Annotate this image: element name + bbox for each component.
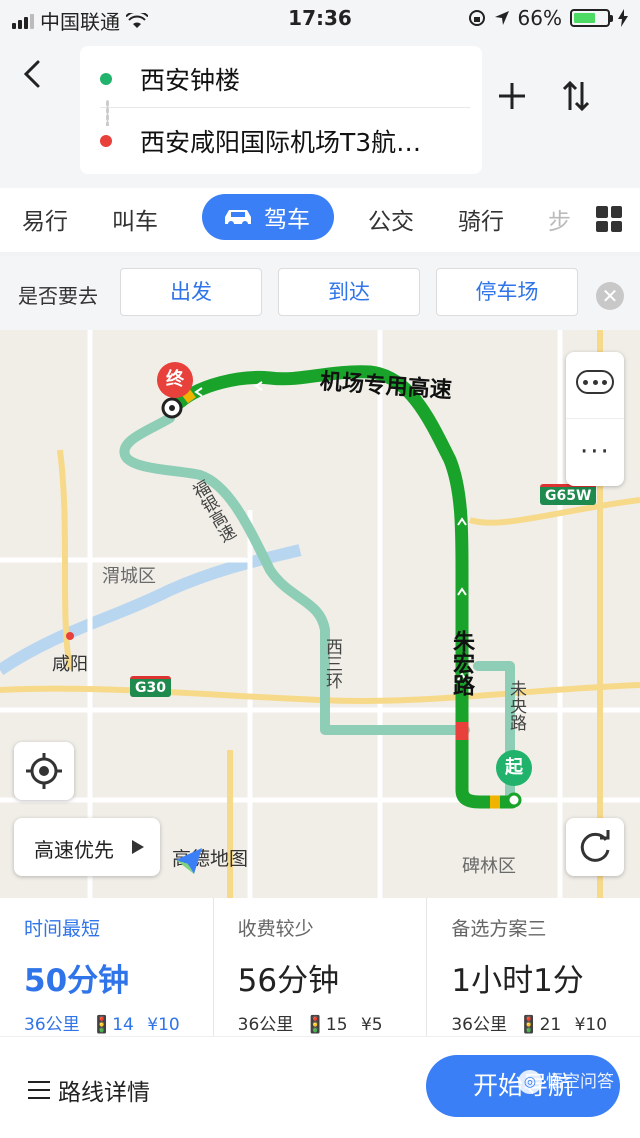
toll-fee: ¥10 bbox=[147, 1015, 180, 1035]
add-waypoint-button[interactable] bbox=[492, 80, 532, 120]
distance-text: 36公里 bbox=[451, 1015, 507, 1035]
rotation-lock-icon bbox=[468, 10, 485, 26]
route-option-info: 36公里 🚦15 ¥5 bbox=[238, 1010, 427, 1035]
battery-percent: 66% bbox=[517, 6, 562, 30]
traffic-light-count: 14 bbox=[112, 1015, 134, 1035]
tab-taxi[interactable]: 叫车 bbox=[112, 202, 158, 236]
charging-icon bbox=[618, 9, 628, 27]
triangle-right-icon bbox=[132, 840, 144, 854]
route-option-2[interactable]: 收费较少 56分钟 36公里 🚦15 ¥5 bbox=[214, 898, 428, 1036]
refresh-route-button[interactable] bbox=[566, 818, 624, 876]
highway-preference-button[interactable]: 高速优先 bbox=[14, 818, 160, 876]
origin-field[interactable]: 西安钟楼 bbox=[100, 50, 470, 108]
highway-shield-g65w: G65W bbox=[540, 484, 597, 505]
swap-route-button[interactable] bbox=[556, 80, 596, 120]
distance-text: 36公里 bbox=[24, 1015, 80, 1035]
route-option-title: 备选方案三 bbox=[451, 918, 547, 940]
route-option-1[interactable]: 时间最短 50分钟 36公里 🚦14 ¥10 bbox=[0, 898, 214, 1036]
route-option-time: 56分钟 bbox=[237, 963, 340, 999]
route-option-title: 时间最短 bbox=[24, 918, 101, 940]
map-tool-panel: ··· bbox=[566, 352, 624, 486]
close-quick-bar-icon[interactable]: ✕ bbox=[596, 282, 624, 310]
start-navigation-button[interactable]: 开始导航 ◎ 悟空问答 bbox=[426, 1055, 620, 1117]
quick-bar-label: 是否要去 bbox=[18, 284, 98, 308]
locate-me-button[interactable] bbox=[14, 742, 74, 800]
status-bar: 中国联通 17:36 66% bbox=[0, 0, 640, 36]
route-header: 西安钟楼 西安咸阳国际机场T3航… bbox=[0, 36, 640, 188]
start-pin[interactable]: 起 bbox=[496, 750, 532, 786]
distance-text: 36公里 bbox=[237, 1015, 294, 1035]
origin-text: 西安钟楼 bbox=[140, 65, 241, 95]
traffic-toggle-icon[interactable] bbox=[576, 370, 614, 394]
destination-dot-icon bbox=[100, 135, 112, 147]
battery-icon bbox=[570, 9, 613, 27]
zhuhong-road-label: 朱宏路 bbox=[449, 630, 474, 696]
location-arrow-icon bbox=[494, 11, 509, 25]
bottom-action-bar: 路线详情 开始导航 ◎ 悟空问答 bbox=[0, 1036, 640, 1138]
weicheng-district-label: 渭城区 bbox=[102, 566, 156, 587]
route-options: 时间最短 50分钟 36公里 🚦14 ¥10 收费较少 56分钟 36公里 🚦1… bbox=[0, 898, 640, 1036]
more-modes-grid-icon[interactable] bbox=[596, 206, 622, 232]
traffic-light-count: 21 bbox=[539, 1015, 562, 1035]
origin-dot-icon bbox=[100, 72, 112, 85]
watermark-text: 悟空问答 bbox=[546, 1072, 614, 1092]
route-option-time: 1小时1分 bbox=[451, 963, 584, 999]
chevron-left-icon bbox=[23, 60, 40, 88]
traffic-light-count: 15 bbox=[325, 1015, 348, 1035]
route-input-box: 西安钟楼 西安咸阳国际机场T3航… bbox=[80, 46, 482, 174]
highway-shield-g30: G30 bbox=[130, 676, 171, 697]
watermark: ◎ 悟空问答 bbox=[518, 1051, 614, 1113]
west-3rd-ring-label: 西三环 bbox=[322, 638, 342, 689]
toll-fee: ¥10 bbox=[574, 1015, 608, 1035]
parking-button[interactable]: 停车场 bbox=[436, 268, 578, 316]
tab-drive[interactable]: 驾车 bbox=[202, 194, 334, 240]
tab-drive-label: 驾车 bbox=[264, 207, 310, 233]
amap-logo: 高德地图 bbox=[172, 844, 248, 874]
refresh-icon bbox=[580, 830, 610, 862]
traffic-light-icon: 🚦 bbox=[304, 1015, 326, 1035]
tab-easy-ride[interactable]: 易行 bbox=[22, 202, 68, 236]
back-button[interactable] bbox=[20, 56, 56, 92]
route-details-label: 路线详情 bbox=[58, 1080, 150, 1106]
route-option-3[interactable]: 备选方案三 1小时1分 36公里 🚦21 ¥10 bbox=[427, 898, 640, 1036]
more-options-icon[interactable]: ··· bbox=[580, 439, 611, 465]
route-option-title: 收费较少 bbox=[237, 918, 314, 940]
route-option-info: 36公里 🚦21 ¥10 bbox=[451, 1010, 640, 1035]
xianyang-city-label: 咸阳 bbox=[52, 654, 88, 675]
route-option-info: 36公里 🚦14 ¥10 bbox=[24, 1010, 213, 1035]
swap-icon bbox=[562, 80, 590, 112]
crosshair-icon bbox=[26, 753, 62, 789]
tab-bus[interactable]: 公交 bbox=[368, 202, 414, 236]
highway-preference-label: 高速优先 bbox=[34, 838, 114, 862]
beilin-district-label: 碑林区 bbox=[462, 856, 516, 877]
map-view[interactable]: 渭城区 咸阳 碑林区 G65W G30 机场专用高速 朱宏路 福银高速 西三环 … bbox=[0, 330, 640, 898]
destination-text: 西安咸阳国际机场T3航… bbox=[140, 128, 422, 157]
weiyang-road-label: 未央路 bbox=[506, 680, 526, 731]
plus-icon bbox=[499, 83, 525, 109]
traffic-light-icon: 🚦 bbox=[91, 1015, 113, 1035]
end-pin[interactable]: 终 bbox=[157, 362, 193, 398]
tab-walk[interactable]: 步 bbox=[548, 202, 571, 236]
depart-button[interactable]: 出发 bbox=[120, 268, 262, 316]
quick-destination-bar: 是否要去 出发 到达 停车场 bbox=[0, 256, 640, 330]
car-icon bbox=[225, 210, 251, 227]
tab-cycling[interactable]: 骑行 bbox=[458, 202, 504, 236]
toll-fee: ¥5 bbox=[360, 1015, 383, 1035]
arrive-button[interactable]: 到达 bbox=[278, 268, 420, 316]
list-icon bbox=[28, 1081, 50, 1099]
amap-logo-icon bbox=[176, 848, 202, 874]
wukong-logo-icon: ◎ bbox=[518, 1070, 542, 1094]
map-canvas bbox=[0, 330, 640, 898]
destination-field[interactable]: 西安咸阳国际机场T3航… bbox=[100, 112, 470, 170]
traffic-light-icon: 🚦 bbox=[518, 1015, 540, 1035]
route-option-time: 50分钟 bbox=[24, 963, 130, 999]
transport-mode-tabs: 易行 叫车 驾车 公交 骑行 步 bbox=[0, 188, 640, 252]
route-details-button[interactable]: 路线详情 bbox=[28, 1073, 150, 1107]
